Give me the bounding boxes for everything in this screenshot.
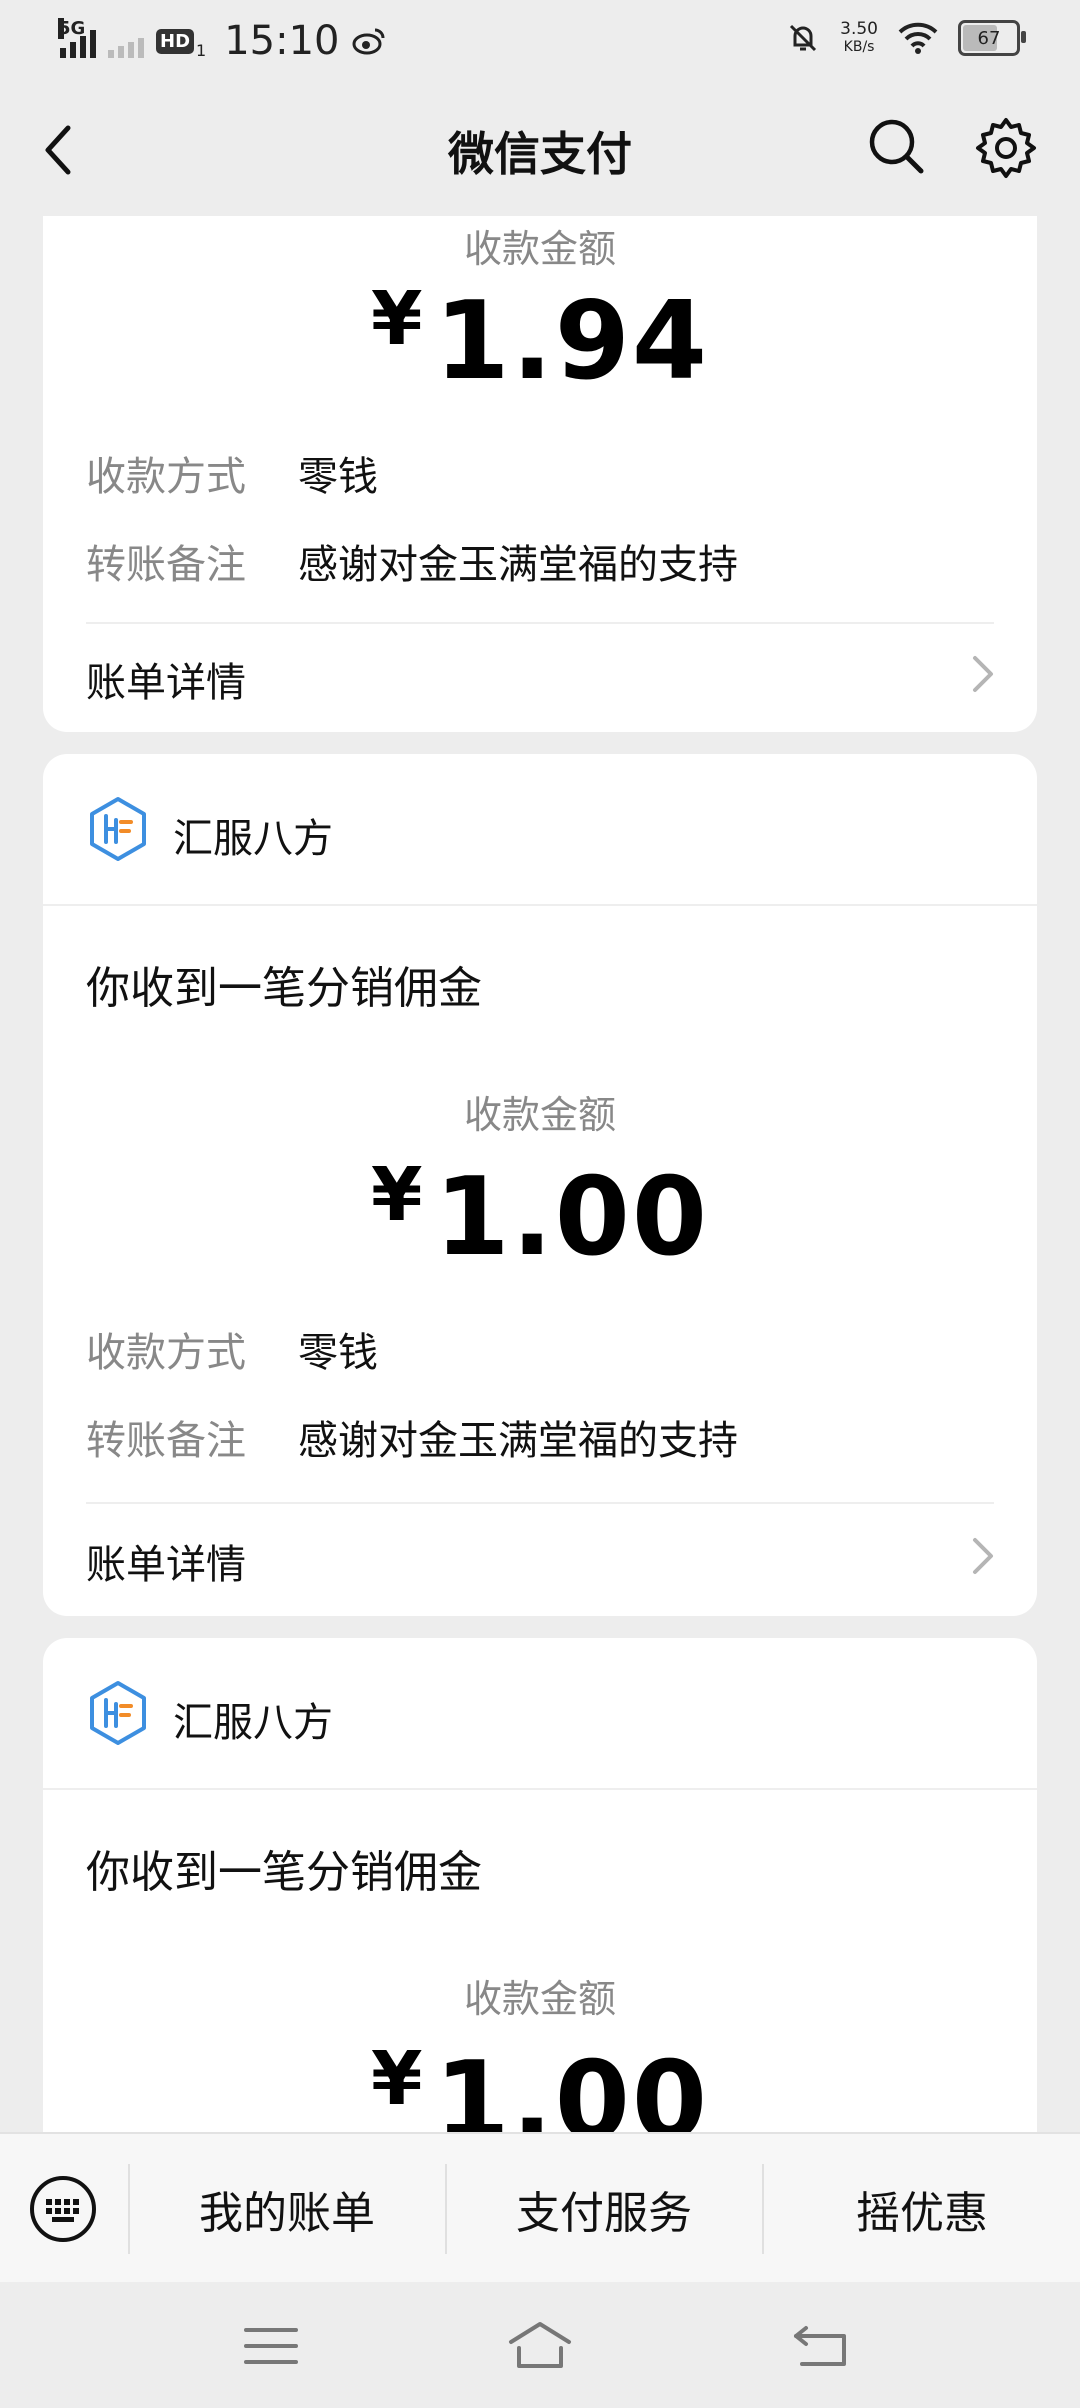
transfer-note-row: 转账备注 感谢对金玉满堂福的支持 bbox=[86, 532, 738, 590]
chevron-right-icon[interactable] bbox=[969, 652, 997, 696]
currency-symbol: ¥ bbox=[371, 2036, 425, 2122]
weibo-icon bbox=[352, 28, 385, 55]
merchant-logo-icon bbox=[90, 1681, 146, 1745]
clock: 15:10 bbox=[224, 18, 340, 64]
amount-number: 1.94 bbox=[434, 279, 709, 404]
divider bbox=[86, 1502, 994, 1504]
payment-method-value: 零钱 bbox=[298, 1330, 378, 1376]
system-nav-bar bbox=[0, 2282, 1080, 2408]
network-speed-value: 3.50 bbox=[840, 19, 878, 39]
message-list[interactable]: 收款金额 ¥1.94 收款方式 零钱 转账备注 感谢对金玉满堂福的支持 账单详情 汇… bbox=[0, 216, 1080, 2132]
amount-value: ¥1.00 bbox=[43, 1152, 1037, 1280]
status-bar: 5G HD 1 15:10 3.50 KB/s 67 bbox=[0, 0, 1080, 80]
notification-headline: 你收到一笔分销佣金 bbox=[86, 1847, 482, 1898]
menu-lines-icon[interactable] bbox=[236, 2318, 306, 2374]
battery-level: 67 bbox=[977, 27, 1001, 49]
signal-strength-icon: 5G bbox=[58, 18, 96, 58]
card-merchant-header[interactable]: 汇服八方 bbox=[43, 1638, 1037, 1790]
sim-slot-label: 1 bbox=[196, 40, 207, 60]
notification-headline: 你收到一笔分销佣金 bbox=[86, 963, 482, 1014]
payment-method-value: 零钱 bbox=[298, 454, 378, 500]
transfer-note-value: 感谢对金玉满堂福的支持 bbox=[298, 542, 738, 588]
network-speed: 3.50 KB/s bbox=[840, 20, 878, 56]
transfer-note-label: 转账备注 bbox=[86, 542, 246, 588]
status-bar-right: 3.50 KB/s 67 bbox=[786, 20, 1026, 56]
transfer-note-label: 转账备注 bbox=[86, 1418, 246, 1464]
menu-my-bills[interactable]: 我的账单 bbox=[130, 2134, 444, 2284]
payment-card: 收款金额 ¥1.94 收款方式 零钱 转账备注 感谢对金玉满堂福的支持 账单详情 bbox=[43, 216, 1037, 732]
payment-method-label: 收款方式 bbox=[86, 1330, 246, 1376]
amount-number: 1.00 bbox=[434, 1155, 709, 1280]
payment-method-label: 收款方式 bbox=[86, 454, 246, 500]
payment-card: 汇服八方 你收到一笔分销佣金 收款金额 ¥1.00 收款方式 零钱 转账备注 感谢对… bbox=[43, 754, 1037, 1616]
network-speed-unit: KB/s bbox=[843, 39, 875, 55]
menu-shake-deals[interactable]: 摇优惠 bbox=[764, 2134, 1080, 2284]
menu-payment-services[interactable]: 支付服务 bbox=[447, 2134, 761, 2284]
chevron-right-icon[interactable] bbox=[969, 1534, 997, 1578]
merchant-logo-icon bbox=[90, 797, 146, 861]
app-header: 微信支付 bbox=[0, 80, 1080, 216]
search-icon[interactable] bbox=[866, 116, 926, 176]
payment-method-row: 收款方式 零钱 bbox=[86, 1320, 378, 1378]
bill-details-link[interactable]: 账单详情 bbox=[86, 650, 246, 708]
bill-details-link[interactable]: 账单详情 bbox=[86, 1532, 246, 1590]
wifi-icon bbox=[898, 22, 938, 54]
currency-symbol: ¥ bbox=[371, 1152, 425, 1238]
transfer-note-row: 转账备注 感谢对金玉满堂福的支持 bbox=[86, 1408, 738, 1466]
currency-symbol: ¥ bbox=[371, 276, 425, 362]
hd-badge: HD bbox=[156, 28, 195, 54]
signal-strength-secondary-icon bbox=[108, 24, 144, 58]
merchant-name: 汇服八方 bbox=[173, 816, 333, 862]
amount-value: ¥1.94 bbox=[43, 276, 1037, 404]
amount-number: 1.00 bbox=[434, 2039, 709, 2132]
amount-label: 收款金额 bbox=[463, 1977, 616, 2021]
merchant-name: 汇服八方 bbox=[173, 1700, 333, 1746]
card-merchant-header[interactable]: 汇服八方 bbox=[43, 754, 1037, 906]
amount-value: ¥1.00 bbox=[43, 2036, 1037, 2132]
home-icon[interactable] bbox=[505, 2318, 575, 2374]
payment-card: 汇服八方 你收到一笔分销佣金 收款金额 ¥1.00 bbox=[43, 1638, 1037, 2132]
transfer-note-value: 感谢对金玉满堂福的支持 bbox=[298, 1418, 738, 1464]
amount-label: 收款金额 bbox=[463, 227, 616, 271]
status-bar-left: 5G HD 1 15:10 bbox=[58, 18, 387, 64]
bottom-menu-bar: 我的账单 支付服务 摇优惠 bbox=[0, 2132, 1080, 2284]
payment-method-row: 收款方式 零钱 bbox=[86, 444, 378, 502]
amount-label: 收款金额 bbox=[463, 1093, 616, 1137]
keyboard-toggle-icon[interactable] bbox=[28, 2174, 98, 2244]
battery-icon: 67 bbox=[958, 20, 1026, 56]
network-type-label: 5G bbox=[58, 18, 86, 39]
settings-gear-icon[interactable] bbox=[974, 116, 1038, 180]
back-nav-icon[interactable] bbox=[788, 2318, 858, 2374]
mute-bell-icon bbox=[790, 24, 817, 52]
divider bbox=[86, 622, 994, 624]
